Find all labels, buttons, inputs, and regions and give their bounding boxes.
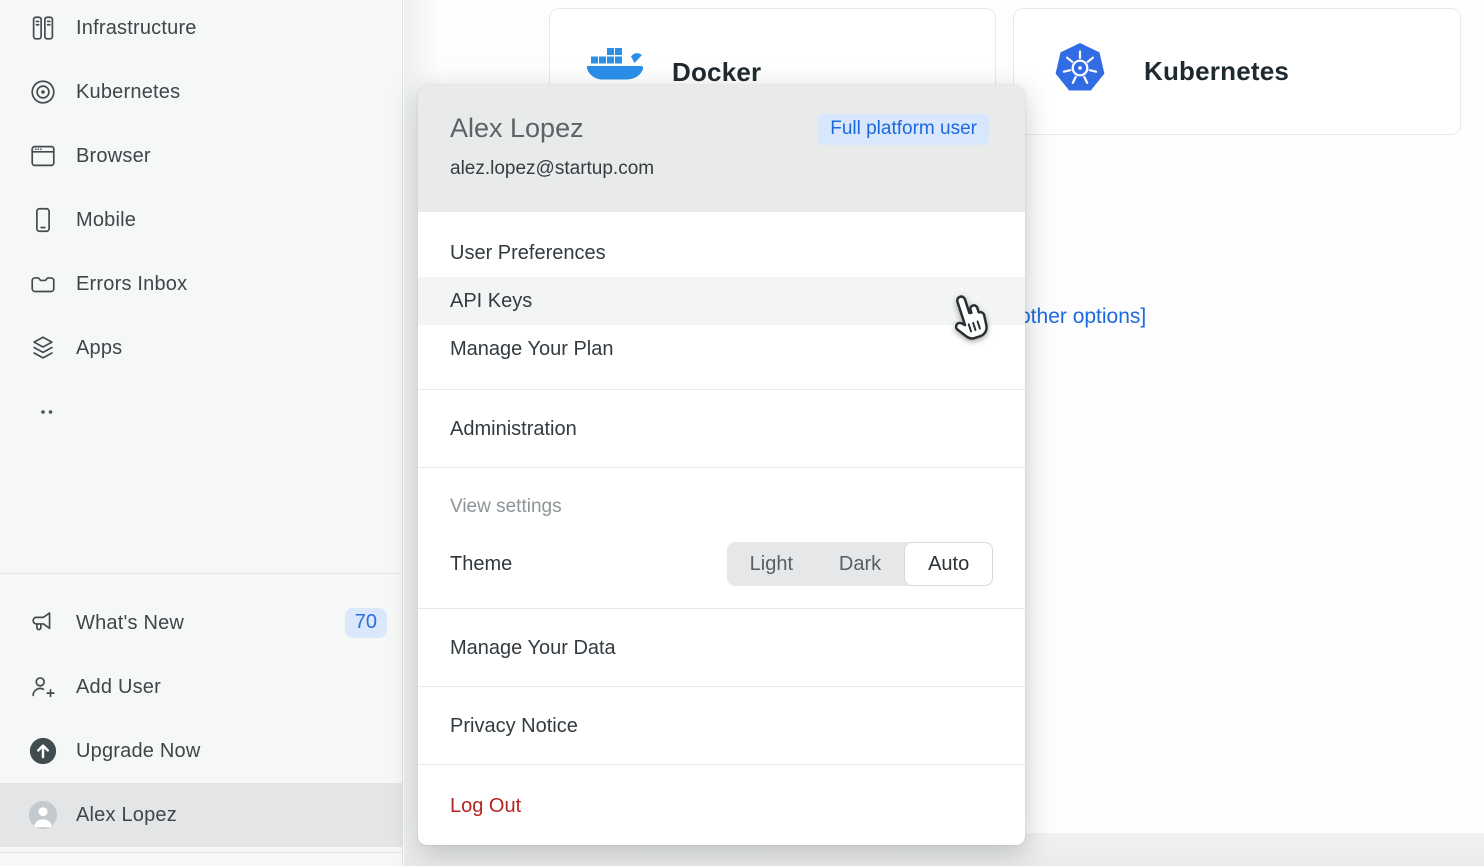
menu-item-manage-your-data[interactable]: Manage Your Data — [418, 624, 1025, 672]
menu-section-logout: Log Out — [418, 764, 1025, 845]
sidebar-item-apps[interactable]: Apps — [0, 316, 402, 380]
sidebar-item-more[interactable] — [0, 380, 402, 444]
sidebar-item-label: Upgrade Now — [76, 740, 201, 763]
sidebar-item-label: Kubernetes — [76, 81, 180, 104]
sidebar-item-upgrade-now[interactable]: Upgrade Now — [0, 719, 402, 783]
sidebar-divider — [0, 852, 403, 853]
menu-item-manage-your-plan[interactable]: Manage Your Plan — [418, 325, 1025, 373]
sidebar-item-add-user[interactable]: Add User — [0, 655, 402, 719]
whats-new-count-badge: 70 — [345, 608, 387, 638]
sidebar-item-label: Errors Inbox — [76, 273, 187, 296]
sidebar-item-errors-inbox[interactable]: Errors Inbox — [0, 252, 402, 316]
sidebar-item-browser[interactable]: Browser — [0, 124, 402, 188]
apps-icon — [28, 333, 58, 363]
add-user-icon — [28, 672, 58, 702]
sidebar-item-label: Mobile — [76, 209, 136, 232]
errors-inbox-icon — [28, 269, 58, 299]
theme-option-dark[interactable]: Dark — [816, 542, 905, 586]
sidebar: Infrastructure Kubernetes — [0, 0, 403, 866]
menu-item-privacy-notice[interactable]: Privacy Notice — [418, 702, 1025, 750]
menu-item-administration[interactable]: Administration — [418, 405, 1025, 453]
sidebar-item-kubernetes[interactable]: Kubernetes — [0, 60, 402, 124]
megaphone-icon — [28, 608, 58, 638]
view-settings-label: View settings — [450, 496, 993, 518]
menu-section-privacy: Privacy Notice — [418, 686, 1025, 764]
upgrade-icon — [28, 736, 58, 766]
docker-card-title: Docker — [672, 57, 761, 88]
sidebar-divider — [0, 573, 403, 574]
menu-section-account: User Preferences API Keys Manage Your Pl… — [418, 212, 1025, 389]
menu-section-data: Manage Your Data — [418, 608, 1025, 686]
sidebar-item-whats-new[interactable]: What's New 70 — [0, 591, 402, 655]
theme-label: Theme — [450, 553, 512, 576]
sidebar-item-label: Alex Lopez — [76, 804, 177, 827]
sidebar-item-label: Apps — [76, 337, 122, 360]
mobile-icon — [28, 205, 58, 235]
theme-toggle: Light Dark Auto — [727, 542, 993, 586]
infrastructure-icon — [28, 13, 58, 43]
menu-item-api-keys[interactable]: API Keys — [418, 277, 1025, 325]
theme-row: Theme Light Dark Auto — [450, 542, 993, 586]
app-window: Infrastructure Kubernetes — [0, 0, 1484, 866]
user-name: Alex Lopez — [450, 111, 654, 145]
ellipsis-icon — [28, 397, 58, 427]
menu-section-view-settings: View settings Theme Light Dark Auto — [418, 467, 1025, 608]
user-account-menu: Alex Lopez alez.lopez@startup.com Full p… — [418, 85, 1025, 845]
menu-section-admin: Administration — [418, 389, 1025, 467]
menu-item-user-preferences[interactable]: User Preferences — [418, 229, 1025, 277]
sidebar-item-label: Infrastructure — [76, 17, 197, 40]
sidebar-item-label: What's New — [76, 612, 184, 635]
kubernetes-card-title: Kubernetes — [1144, 56, 1289, 87]
avatar — [28, 800, 58, 830]
sidebar-footer-nav: What's New 70 Add User — [0, 591, 402, 847]
sidebar-item-infrastructure[interactable]: Infrastructure — [0, 0, 402, 60]
kubernetes-logo-icon — [1054, 42, 1106, 101]
user-role-badge: Full platform user — [818, 114, 989, 145]
menu-item-log-out[interactable]: Log Out — [418, 782, 1025, 830]
kubernetes-icon — [28, 77, 58, 107]
user-menu-header: Alex Lopez alez.lopez@startup.com Full p… — [418, 85, 1025, 212]
sidebar-item-label: Add User — [76, 676, 161, 699]
sidebar-item-user-alex-lopez[interactable]: Alex Lopez — [0, 783, 402, 847]
theme-option-auto[interactable]: Auto — [904, 542, 993, 586]
other-options-link[interactable]: other options] — [1019, 305, 1146, 329]
sidebar-nav: Infrastructure Kubernetes — [0, 0, 402, 444]
kubernetes-card[interactable]: Kubernetes — [1013, 8, 1461, 135]
user-email: alez.lopez@startup.com — [450, 158, 654, 180]
browser-icon — [28, 141, 58, 171]
sidebar-item-mobile[interactable]: Mobile — [0, 188, 402, 252]
theme-option-light[interactable]: Light — [727, 542, 816, 586]
sidebar-item-label: Browser — [76, 145, 151, 168]
